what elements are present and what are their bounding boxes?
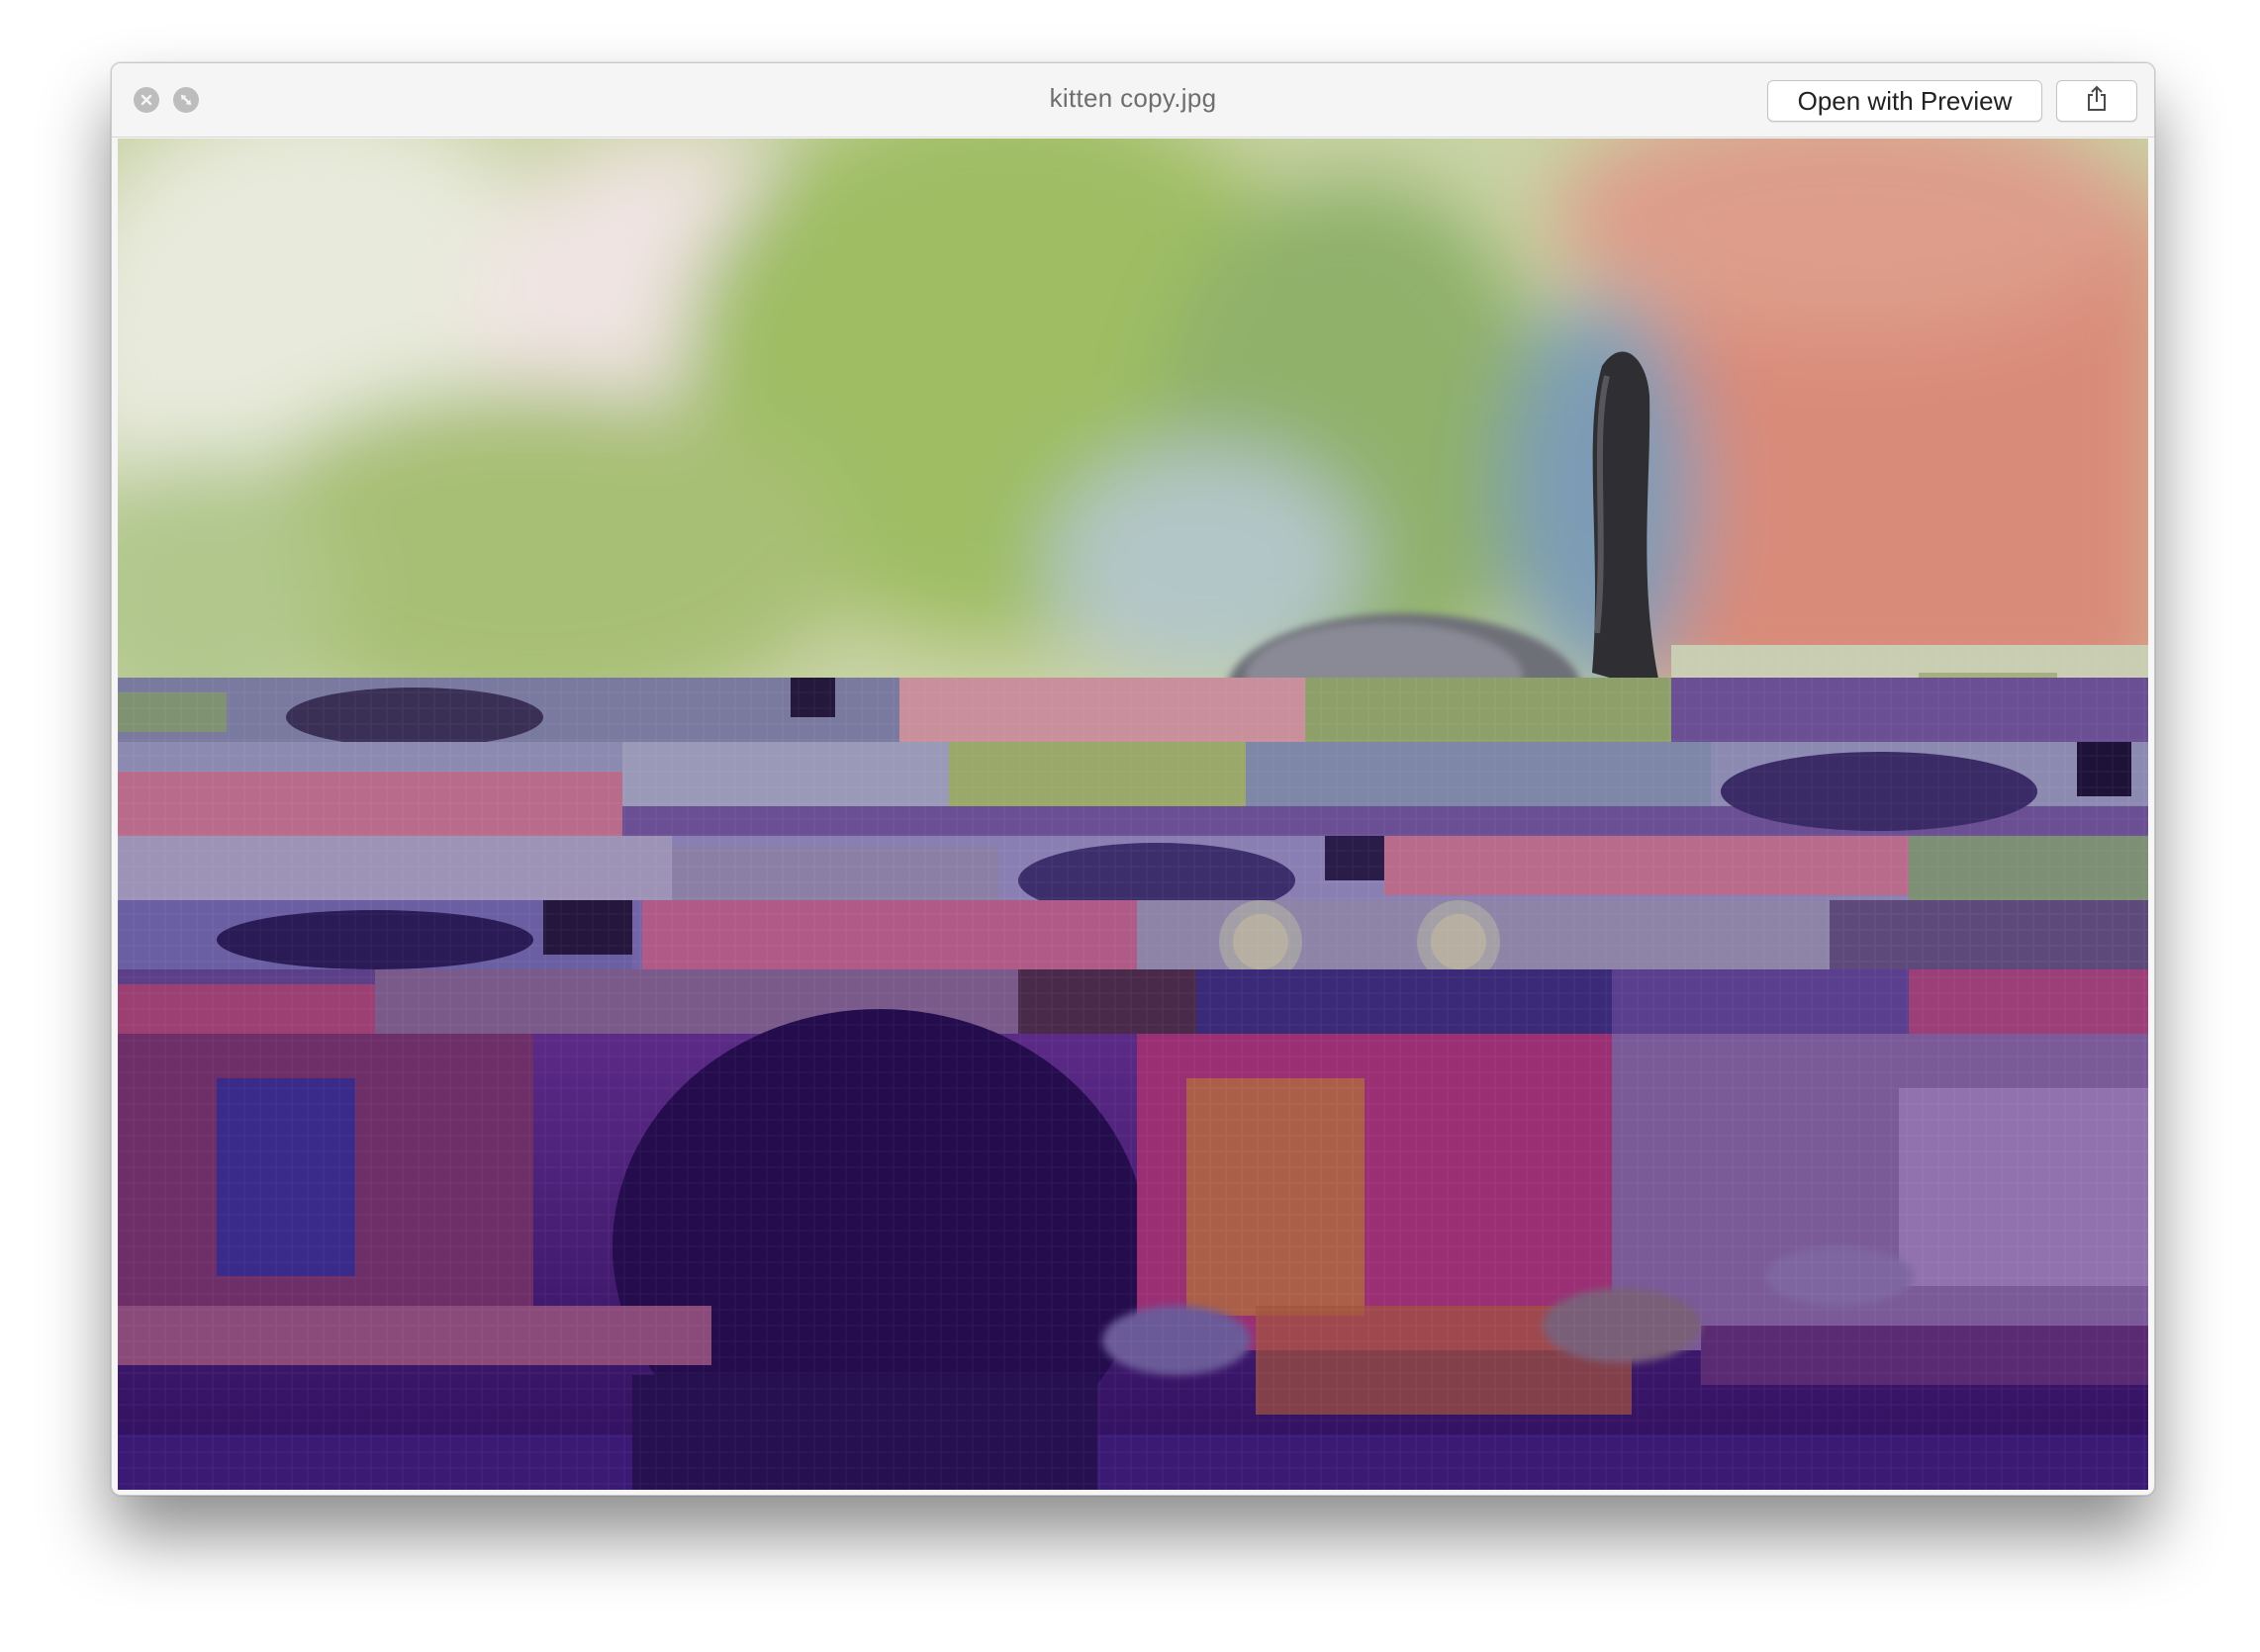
open-with-preview-button[interactable]: Open with Preview — [1767, 80, 2042, 122]
share-icon — [2085, 85, 2109, 118]
share-button[interactable] — [2056, 80, 2137, 122]
titlebar: kitten copy.jpg Open with Preview — [112, 63, 2154, 138]
kitten-photo-glitched — [118, 138, 2148, 1490]
image-preview — [118, 138, 2148, 1490]
quicklook-window: kitten copy.jpg Open with Preview — [111, 62, 2155, 1496]
